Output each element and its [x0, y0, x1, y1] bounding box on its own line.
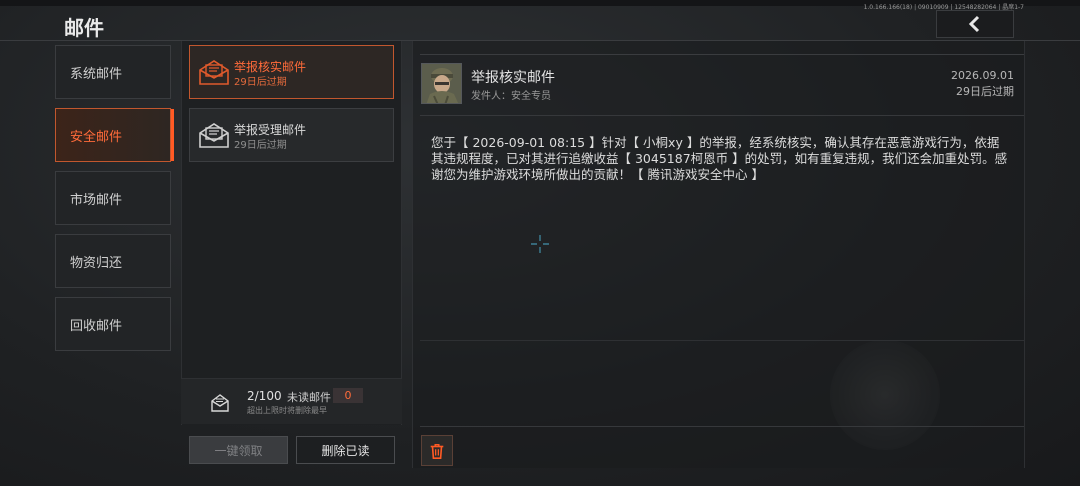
unread-label: 未读邮件 [287, 391, 331, 404]
mail-item-report-verified[interactable]: 举报核实邮件 29日后过期 [189, 45, 394, 99]
crosshair-icon [531, 235, 549, 253]
reader-title: 举报核实邮件 [471, 70, 555, 86]
category-recycle-mail[interactable]: 回收邮件 [55, 297, 171, 351]
category-market-mail[interactable]: 市场邮件 [55, 171, 171, 225]
category-label: 安全邮件 [70, 129, 123, 145]
category-label: 物资归还 [70, 255, 123, 271]
claim-all-button[interactable]: 一键领取 [189, 436, 288, 464]
mail-item-report-received[interactable]: 举报受理邮件 29日后过期 [189, 108, 394, 162]
category-label: 系统邮件 [70, 66, 123, 82]
delete-mail-button[interactable] [421, 435, 453, 466]
chevron-left-icon [968, 15, 980, 33]
soldier-avatar-icon [422, 64, 461, 103]
category-label: 回收邮件 [70, 318, 123, 334]
page-title: 邮件 [64, 16, 104, 40]
reader-expire: 29日后过期 [956, 85, 1014, 98]
limit-hint: 超出上限时将删除最早 [247, 406, 327, 415]
trash-icon [430, 443, 444, 459]
sender-avatar [421, 63, 462, 104]
open-envelope-icon [199, 123, 229, 148]
reader-body: 您于【 2026-09-01 08:15 】针对【 小桐xy 】的举报，经系统核… [431, 135, 1008, 182]
back-button[interactable] [936, 10, 1014, 38]
category-security-mail[interactable]: 安全邮件 [55, 108, 174, 162]
mail-expire: 29日后过期 [234, 77, 287, 88]
reader-date: 2026.09.01 [951, 69, 1014, 82]
reader-footer-divider [420, 426, 1024, 427]
reader-sender: 发件人：安全专员 [471, 91, 551, 102]
category-supply-return[interactable]: 物资归还 [55, 234, 171, 288]
category-label: 市场邮件 [70, 192, 123, 208]
category-system-mail[interactable]: 系统邮件 [55, 45, 171, 99]
reader-lower-divider [420, 340, 1024, 341]
joystick-overlay [830, 340, 940, 450]
reader-top-divider [420, 54, 1024, 55]
mail-expire: 29日后过期 [234, 140, 287, 151]
unread-count-badge: 0 [333, 388, 363, 403]
envelope-icon [211, 394, 229, 412]
reader-header-divider [420, 115, 1024, 116]
mail-counter: 2/100 未读邮件 0 超出上限时将删除最早 [181, 378, 402, 424]
open-envelope-icon [199, 60, 229, 85]
delete-read-button[interactable]: 删除已读 [296, 436, 395, 464]
mail-count: 2/100 [247, 389, 282, 403]
